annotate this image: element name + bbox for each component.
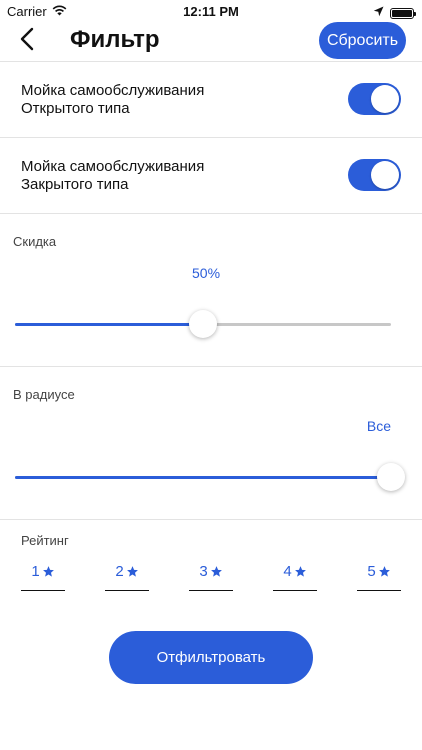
slider-fill xyxy=(15,323,203,326)
rating-number: 5 xyxy=(367,563,376,580)
chevron-left-icon xyxy=(20,27,34,56)
toggle-subtitle: Закрытого типа xyxy=(21,176,129,193)
discount-label: Скидка xyxy=(13,234,57,249)
battery-icon xyxy=(390,7,416,19)
star-icon xyxy=(210,563,223,582)
toggle-title: Мойка самообслуживания xyxy=(21,158,205,175)
nav-bar: Фильтр Сбросить xyxy=(0,20,422,62)
rating-option-3[interactable]: 3 xyxy=(189,563,233,591)
filter-button[interactable]: Отфильтровать xyxy=(109,631,313,684)
rating-number: 1 xyxy=(31,563,40,580)
open-type-switch[interactable] xyxy=(348,83,401,115)
toggle-row-open-type: Мойка самообслуживания Открытого типа xyxy=(0,62,422,137)
rating-option-2[interactable]: 2 xyxy=(105,563,149,591)
page-title: Фильтр xyxy=(70,26,160,53)
switch-knob xyxy=(371,161,399,189)
reset-button[interactable]: Сбросить xyxy=(319,22,406,59)
rating-option-4[interactable]: 4 xyxy=(273,563,317,591)
rating-option-1[interactable]: 1 xyxy=(21,563,65,591)
slider-fill xyxy=(15,476,391,479)
toggle-subtitle: Открытого типа xyxy=(21,100,130,117)
back-button[interactable] xyxy=(12,25,42,57)
star-icon xyxy=(42,563,55,582)
star-icon xyxy=(126,563,139,582)
toggle-title: Мойка самообслуживания xyxy=(21,82,205,99)
switch-knob xyxy=(371,85,399,113)
rating-label: Рейтинг xyxy=(21,533,69,548)
star-icon xyxy=(294,563,307,582)
rating-option-5[interactable]: 5 xyxy=(357,563,401,591)
divider xyxy=(0,366,422,367)
slider-thumb[interactable] xyxy=(377,463,405,491)
discount-slider[interactable] xyxy=(15,310,391,338)
radius-slider[interactable] xyxy=(15,463,405,491)
divider xyxy=(0,213,422,214)
rating-number: 4 xyxy=(283,563,292,580)
star-icon xyxy=(378,563,391,582)
status-time: 12:11 PM xyxy=(183,4,239,19)
status-bar: Carrier 12:11 PM xyxy=(0,0,422,22)
slider-thumb[interactable] xyxy=(189,310,217,338)
divider xyxy=(0,519,422,520)
toggle-row-closed-type: Мойка самообслуживания Закрытого типа xyxy=(0,138,422,213)
rating-number: 2 xyxy=(115,563,124,580)
radius-value: Все xyxy=(366,418,391,434)
closed-type-switch[interactable] xyxy=(348,159,401,191)
radius-label: В радиусе xyxy=(13,387,75,402)
rating-number: 3 xyxy=(199,563,208,580)
rating-options: 1 2 3 4 5 xyxy=(21,563,401,591)
discount-value: 50% xyxy=(192,265,221,281)
